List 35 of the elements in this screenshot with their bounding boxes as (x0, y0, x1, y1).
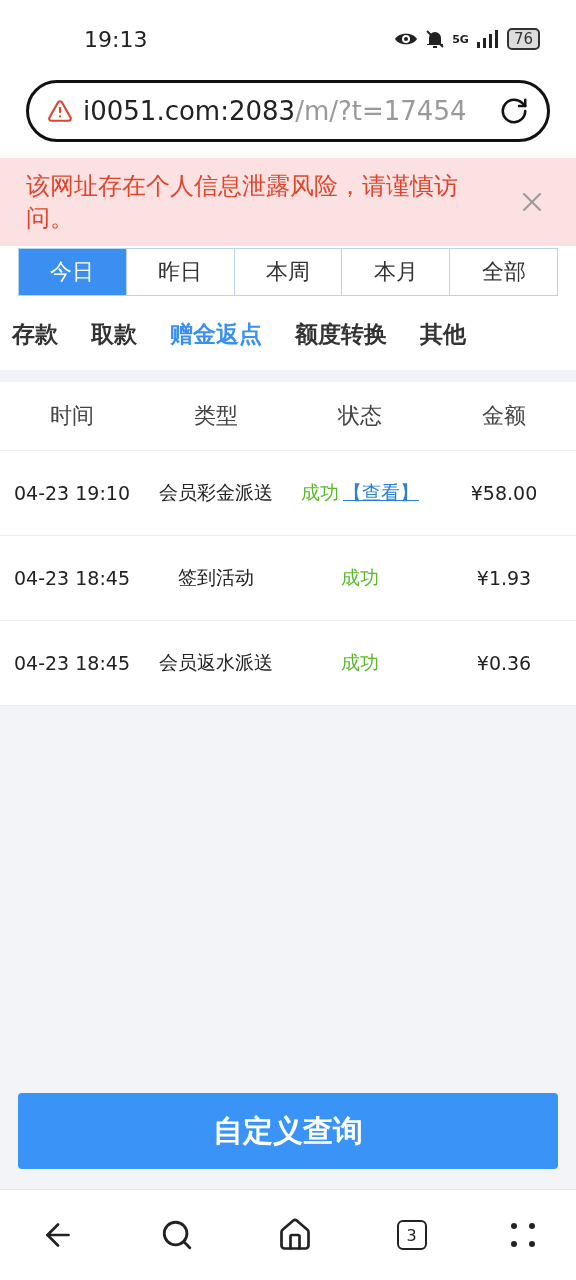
menu-icon[interactable] (510, 1222, 536, 1248)
column-header: 状态 (337, 402, 383, 430)
clock-time: 19:13 (84, 26, 149, 52)
column-header: 类型 (193, 402, 239, 430)
warning-text: 该网址存在个人信息泄露风险，请谨慎访问。 (26, 171, 459, 234)
reload-icon[interactable] (499, 96, 529, 126)
status-text: 成功 (301, 480, 339, 505)
table-cell-text: ¥58.00 (469, 482, 539, 504)
table-cell-text: ¥0.36 (475, 652, 533, 674)
tab-count-button[interactable]: 3 (396, 1220, 427, 1250)
status-text: 成功 (341, 565, 379, 590)
column-header: 金额 (481, 402, 527, 430)
battery-level: 76 (506, 28, 540, 50)
column-header: 时间 (49, 402, 95, 430)
home-icon[interactable] (277, 1217, 313, 1253)
url-text: i0051.com:2083/m/?t=17454 (83, 96, 468, 126)
category-tab[interactable]: 额度转换 (295, 318, 387, 350)
network-label: 5G (452, 32, 469, 46)
table-cell-text: 签到活动 (177, 565, 255, 590)
table-cell-text: 04-23 18:45 (13, 567, 131, 589)
category-tab[interactable]: 取款 (91, 318, 137, 350)
bell-off-icon (426, 29, 445, 49)
eye-icon (394, 31, 419, 47)
status-text: 成功 (341, 650, 379, 675)
category-tab[interactable]: 其他 (420, 318, 466, 350)
warning-icon (47, 98, 73, 124)
table-cell-text: 会员返水派送 (158, 650, 274, 675)
table-cell-text: 04-23 19:10 (13, 482, 131, 504)
category-tab[interactable]: 存款 (12, 318, 58, 350)
signal-icon (476, 30, 499, 48)
table-cell-text: 04-23 18:45 (13, 652, 131, 674)
table-cell-text: ¥1.93 (475, 567, 533, 589)
view-link[interactable]: 【查看】 (343, 480, 419, 506)
address-bar[interactable]: i0051.com:2083/m/?t=17454 (26, 80, 550, 142)
table-cell-text: 会员彩金派送 (158, 480, 274, 505)
